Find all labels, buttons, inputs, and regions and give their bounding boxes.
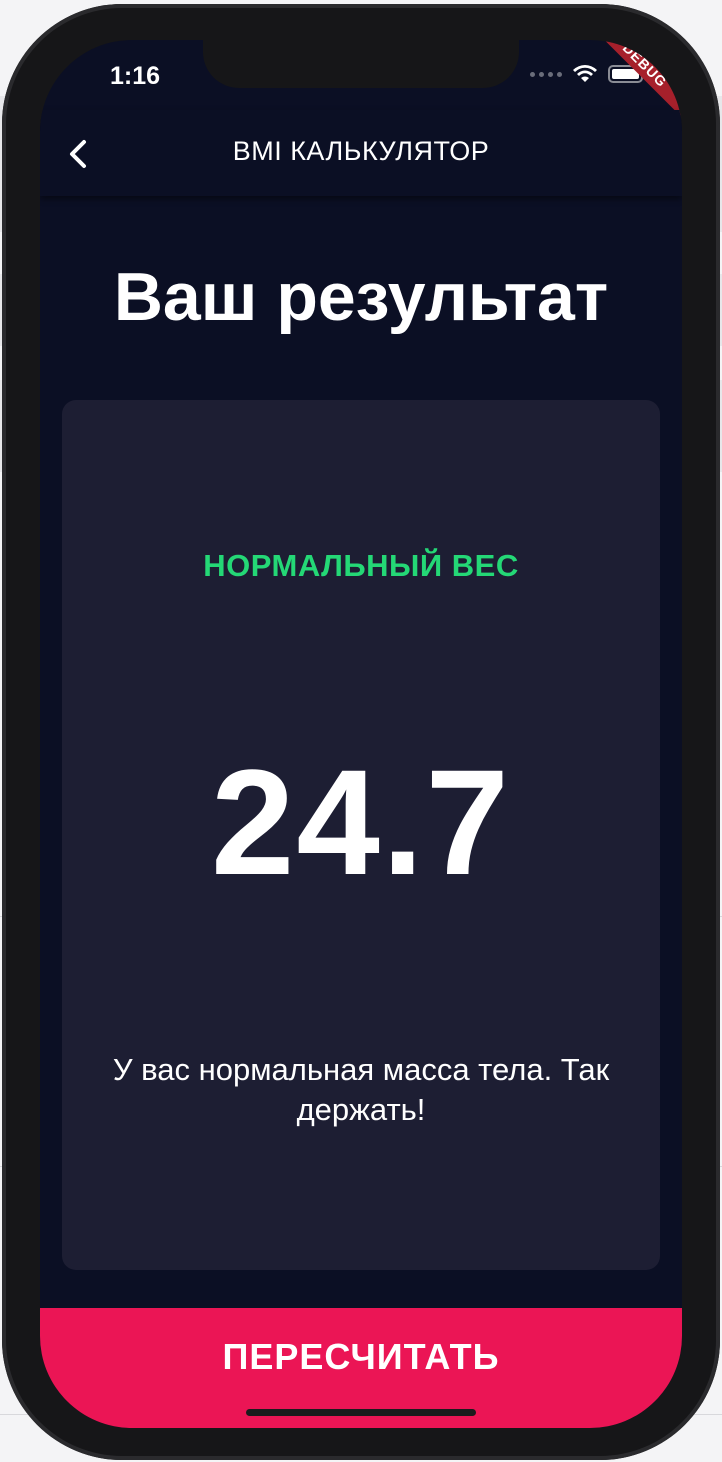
bmi-value: 24.7 bbox=[211, 738, 511, 906]
wifi-icon bbox=[572, 64, 598, 84]
status-bar-indicators bbox=[530, 64, 648, 84]
status-bar-time: 1:16 bbox=[110, 62, 161, 90]
result-message: У вас нормальная масса тела. Так держать… bbox=[112, 1052, 610, 1127]
cellular-signal-icon bbox=[530, 71, 562, 77]
app-bar: BMI КАЛЬКУЛЯТОР bbox=[40, 110, 682, 196]
result-card: НОРМАЛЬНЫЙ ВЕС 24.7 У вас нормальная мас… bbox=[62, 400, 660, 1270]
home-indicator[interactable] bbox=[246, 1409, 476, 1416]
app-screen: 1:16 DEBUG BMI КАЛЬКУЛЯТОР Ваш результат… bbox=[40, 40, 682, 1428]
result-status-label: НОРМАЛЬНЫЙ ВЕС bbox=[203, 548, 519, 583]
phone-device: 1:16 DEBUG BMI КАЛЬКУЛЯТОР Ваш результат… bbox=[0, 0, 722, 1462]
app-bar-title: BMI КАЛЬКУЛЯТОР bbox=[232, 136, 490, 166]
page-title: Ваш результат bbox=[113, 259, 609, 335]
recalculate-button-label: ПЕРЕСЧИТАТЬ bbox=[222, 1336, 500, 1377]
notch bbox=[203, 40, 519, 88]
